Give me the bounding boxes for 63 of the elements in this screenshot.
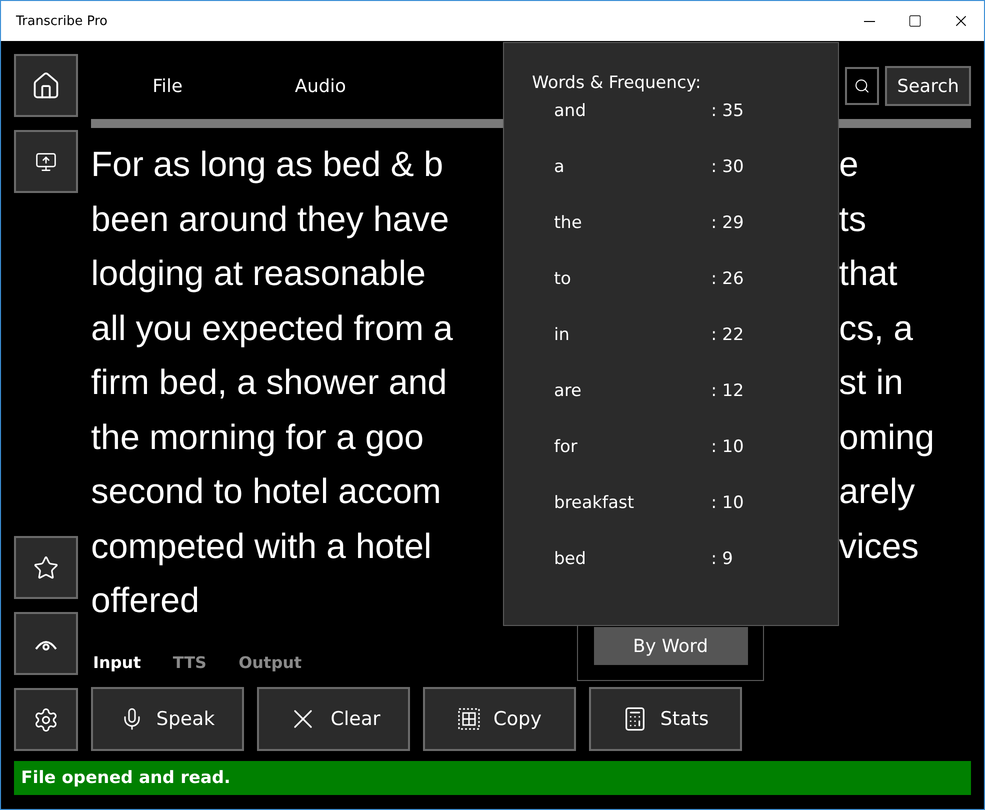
upload-button[interactable] — [14, 130, 78, 193]
word-label: to — [554, 269, 572, 291]
settings-button[interactable] — [14, 688, 78, 751]
body-text: arely — [839, 472, 915, 512]
word-count: : 22 — [711, 325, 744, 347]
search-icon — [854, 78, 870, 94]
tab[interactable]: Output — [238, 652, 302, 672]
speak-button[interactable]: Speak — [91, 687, 244, 751]
copy-icon — [457, 707, 482, 731]
word-label: are — [554, 381, 582, 403]
word-count: : 26 — [711, 269, 744, 291]
word-count: : 12 — [711, 381, 744, 403]
body-text: For as long as bed & b — [91, 145, 444, 186]
body-text: lodging at reasonable — [91, 254, 426, 294]
menu-item[interactable]: Audio — [244, 76, 397, 96]
body-text: e — [839, 145, 858, 186]
body-text: firm bed, a shower and — [91, 363, 448, 404]
favorite-button[interactable] — [14, 536, 78, 599]
body-text: vices — [839, 526, 919, 567]
tab[interactable]: Input — [93, 652, 141, 672]
body-text: cs, a — [839, 308, 913, 349]
tab[interactable]: TTS — [172, 652, 207, 672]
word-label: breakfast — [554, 493, 636, 515]
clear-button[interactable]: Clear — [257, 687, 410, 751]
word-label: in — [554, 325, 570, 347]
word-label: the — [554, 213, 583, 235]
body-text: offered — [91, 581, 200, 622]
popup-title: Words & Frequency: — [532, 73, 702, 95]
word-count: : 30 — [711, 157, 744, 179]
word-label: a — [554, 157, 566, 179]
minimize-icon — [864, 20, 874, 22]
search-button[interactable]: Search — [885, 66, 971, 106]
monitor-upload-icon — [35, 150, 57, 172]
word-label: for — [554, 437, 578, 459]
body-text: that — [839, 254, 898, 294]
status-bar: File opened and read. — [14, 761, 971, 795]
home-button[interactable] — [14, 54, 78, 117]
body-text: second to hotel accom — [91, 472, 442, 512]
body-text: st in — [839, 363, 904, 404]
window-title: Transcribe Pro — [16, 14, 108, 28]
word-label: bed — [554, 549, 588, 571]
word-count: : 9 — [711, 549, 733, 571]
body-text: ts — [839, 200, 866, 240]
view-button[interactable] — [14, 612, 78, 675]
settings-icon — [33, 706, 59, 732]
home-icon — [31, 70, 61, 100]
maximize-icon — [908, 14, 922, 28]
body-text: all you expected from a — [91, 308, 453, 349]
body-text: been around they have — [91, 200, 450, 240]
copy-button[interactable]: Copy — [423, 687, 576, 751]
menu-item[interactable]: File — [91, 76, 244, 96]
sort-button[interactable]: By Word — [594, 627, 748, 665]
word-label: and — [554, 101, 587, 123]
word-count: : 10 — [711, 437, 744, 459]
word-count: : 29 — [711, 213, 744, 235]
body-text: the morning for a goo — [91, 418, 424, 458]
stats-button[interactable]: Stats — [589, 687, 742, 751]
body-text: oming — [839, 418, 934, 458]
star-icon — [33, 554, 59, 580]
search-field[interactable] — [845, 67, 880, 105]
word-count: : 35 — [711, 101, 744, 123]
body-text: competed with a hotel — [91, 526, 432, 567]
word-count: : 10 — [711, 493, 744, 515]
